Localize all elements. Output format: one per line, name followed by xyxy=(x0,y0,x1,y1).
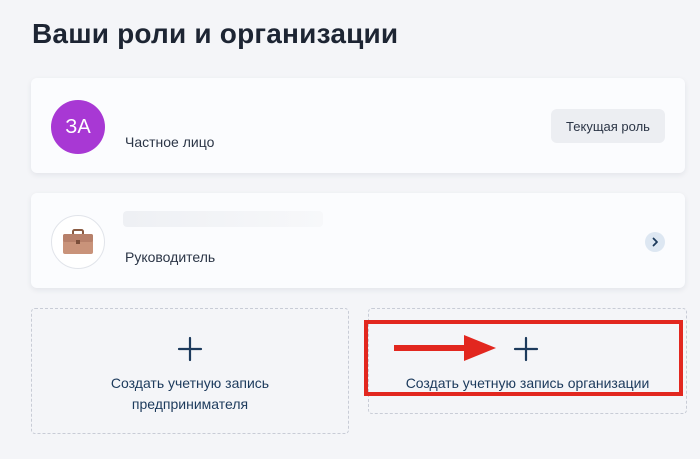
create-entrepreneur-label-text: Создать учетную запись предпринимателя xyxy=(110,375,270,412)
role-card-private[interactable]: ЗА Частное лицо Текущая роль xyxy=(31,78,685,173)
create-entrepreneur-button[interactable]: Создать учетную запись предпринимателя xyxy=(31,308,349,434)
role-label: Руководитель xyxy=(125,249,216,265)
organization-name-redacted xyxy=(123,211,323,227)
avatar: ЗА xyxy=(51,100,105,154)
current-role-button[interactable]: Текущая роль xyxy=(551,109,665,143)
arrow-right-icon xyxy=(394,335,496,361)
plus-icon xyxy=(177,336,203,362)
chevron-right-icon[interactable] xyxy=(645,232,665,252)
briefcase-avatar xyxy=(51,215,105,269)
create-entrepreneur-label: Создать учетную запись предпринимателя xyxy=(32,373,348,415)
role-card-manager[interactable]: Руководитель xyxy=(31,193,685,288)
role-label: Частное лицо xyxy=(125,134,215,150)
briefcase-icon xyxy=(63,229,93,254)
page-title: Ваши роли и организации xyxy=(32,18,399,49)
